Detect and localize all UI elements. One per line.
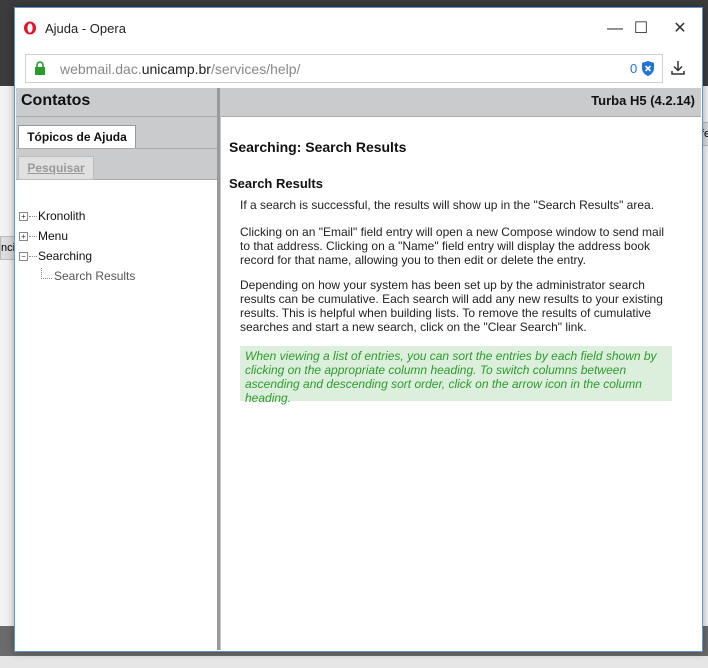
sidebar-header: Contatos (16, 88, 217, 117)
help-topic-tree: + Kronolith + Menu − Searching Search Resul… (19, 206, 135, 286)
sidebar-tabs: Tópicos de Ajuda (16, 117, 217, 149)
sidebar-title: Contatos (21, 92, 91, 109)
tree-item-menu[interactable]: + Menu (19, 226, 135, 246)
expand-icon[interactable]: + (19, 232, 28, 242)
app-version: Turba H5 (4.2.14) (591, 93, 695, 108)
tree-item-searching[interactable]: − Searching (19, 246, 135, 266)
section-title: Search Results (229, 176, 323, 191)
close-button[interactable]: ✕ (662, 16, 698, 42)
tree-connector (41, 268, 52, 279)
download-icon[interactable] (671, 60, 685, 76)
expand-icon[interactable]: + (19, 212, 28, 222)
help-sidebar: Contatos Tópicos de Ajuda Pesquisar + Kro… (16, 88, 220, 650)
paragraph-3: Depending on how your system has been se… (240, 278, 663, 334)
sidebar-search-bar: Pesquisar (16, 149, 217, 180)
main-header: Turba H5 (4.2.14) (221, 88, 701, 117)
tip-box: When viewing a list of entries, you can … (240, 346, 672, 405)
tree-item-kronolith[interactable]: + Kronolith (19, 206, 135, 226)
window-title: Ajuda - Opera (45, 21, 126, 36)
page-title: Searching: Search Results (229, 139, 407, 155)
opera-logo-icon (24, 21, 36, 35)
url-text[interactable]: webmail.dac.unicamp.br/services/help/ (60, 61, 300, 77)
address-bar[interactable]: webmail.dac.unicamp.br/services/help/ 0 (25, 54, 663, 83)
blocked-count: 0 (630, 61, 638, 76)
lock-icon (35, 61, 45, 75)
help-main-panel: Turba H5 (4.2.14) Searching: Search Resu… (221, 88, 701, 650)
help-popup-window: Ajuda - Opera — ☐ ✕ webmail.dac.unicamp.… (14, 7, 703, 652)
window-titlebar[interactable]: Ajuda - Opera — ☐ ✕ (15, 8, 702, 49)
tab-help-topics[interactable]: Tópicos de Ajuda (18, 125, 136, 148)
ad-block-shield-icon[interactable] (640, 60, 656, 77)
tree-item-search-results[interactable]: Search Results (19, 266, 135, 286)
help-content-area: Contatos Tópicos de Ajuda Pesquisar + Kro… (16, 88, 701, 650)
collapse-icon[interactable]: − (19, 252, 28, 262)
paragraph-2: Clicking on an "Email" field entry will … (240, 225, 665, 267)
paragraph-1: If a search is successful, the results w… (240, 198, 655, 212)
maximize-button[interactable]: ☐ (623, 16, 659, 42)
search-button[interactable]: Pesquisar (18, 156, 94, 180)
